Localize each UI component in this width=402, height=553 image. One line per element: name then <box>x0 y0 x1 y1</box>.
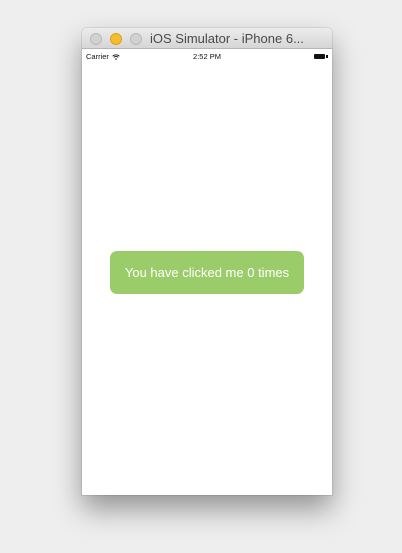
battery-icon <box>314 54 328 59</box>
close-window-button[interactable] <box>90 33 102 45</box>
window-titlebar[interactable]: iOS Simulator - iPhone 6... <box>82 28 332 49</box>
status-time: 2:52 PM <box>193 52 221 61</box>
click-count-button[interactable]: You have clicked me 0 times <box>110 251 304 294</box>
app-screen: You have clicked me 0 times <box>82 62 332 495</box>
ios-status-bar: Carrier 2:52 PM <box>82 50 332 62</box>
window-title: iOS Simulator - iPhone 6... <box>150 31 304 46</box>
zoom-window-button[interactable] <box>130 33 142 45</box>
battery-tip <box>326 55 328 58</box>
minimize-window-button[interactable] <box>110 33 122 45</box>
battery-fill <box>314 54 326 59</box>
simulator-window: iOS Simulator - iPhone 6... Carrier 2:52… <box>82 28 332 495</box>
